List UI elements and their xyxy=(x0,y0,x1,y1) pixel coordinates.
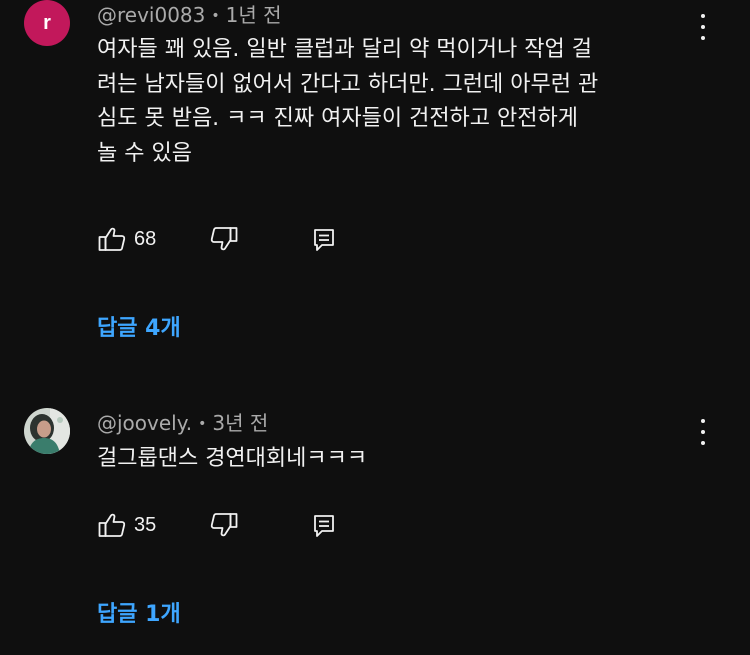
comment-text-line: 려는 남자들이 없어서 간다고 하더만. 그런데 아무런 관 xyxy=(97,71,599,97)
comment-text-line: 놀 수 있음 xyxy=(97,140,192,166)
reply-icon xyxy=(314,229,334,251)
comment-author[interactable]: @revi0083 xyxy=(97,3,205,27)
avatar[interactable] xyxy=(24,408,70,454)
reply-button[interactable] xyxy=(313,514,335,538)
comment-time[interactable]: 3년 전 xyxy=(212,411,268,435)
view-replies-button[interactable]: 답글 4개 xyxy=(97,310,181,342)
comment-author[interactable]: @joovely. xyxy=(97,411,192,435)
reply-icon xyxy=(314,515,334,537)
dislike-button[interactable] xyxy=(210,512,238,538)
view-replies-button[interactable]: 답글 1개 xyxy=(97,596,181,628)
meta-separator: • xyxy=(211,8,220,24)
comment-text-line: 걸그룹댄스 경연대회네ㅋㅋㅋ xyxy=(97,446,368,471)
comment-text-line: 여자들 꽤 있음. 일반 클럽과 달리 약 먹이거나 작업 걸 xyxy=(97,37,592,62)
thumb-down-icon xyxy=(210,227,238,251)
thumb-down-icon xyxy=(210,513,238,537)
comment-text: 여자들 꽤 있음. 일반 클럽과 달리 약 먹이거나 작업 걸 려는 남자들이 … xyxy=(97,33,707,171)
like-button[interactable]: 35 xyxy=(98,512,156,538)
like-button[interactable]: 68 xyxy=(98,226,156,252)
thumb-up-icon xyxy=(98,513,126,537)
reply-button[interactable] xyxy=(313,228,335,252)
like-count: 68 xyxy=(134,227,157,250)
comment-meta: @revi0083 • 1년 전 xyxy=(97,2,282,29)
meta-separator: • xyxy=(198,416,207,432)
avatar-letter: r xyxy=(43,11,51,34)
avatar[interactable]: r xyxy=(24,0,70,46)
comment-text: 걸그룹댄스 경연대회네ㅋㅋㅋ xyxy=(97,442,707,477)
like-count: 35 xyxy=(134,513,157,536)
comment-text-line: 심도 못 받음. ㅋㅋ 진짜 여자들이 건전하고 안전하게 xyxy=(97,106,578,131)
thumb-up-icon xyxy=(98,227,126,251)
comment-meta: @joovely. • 3년 전 xyxy=(97,410,268,437)
avatar-image xyxy=(24,408,70,454)
comment-time[interactable]: 1년 전 xyxy=(226,3,282,27)
dislike-button[interactable] xyxy=(210,226,238,252)
